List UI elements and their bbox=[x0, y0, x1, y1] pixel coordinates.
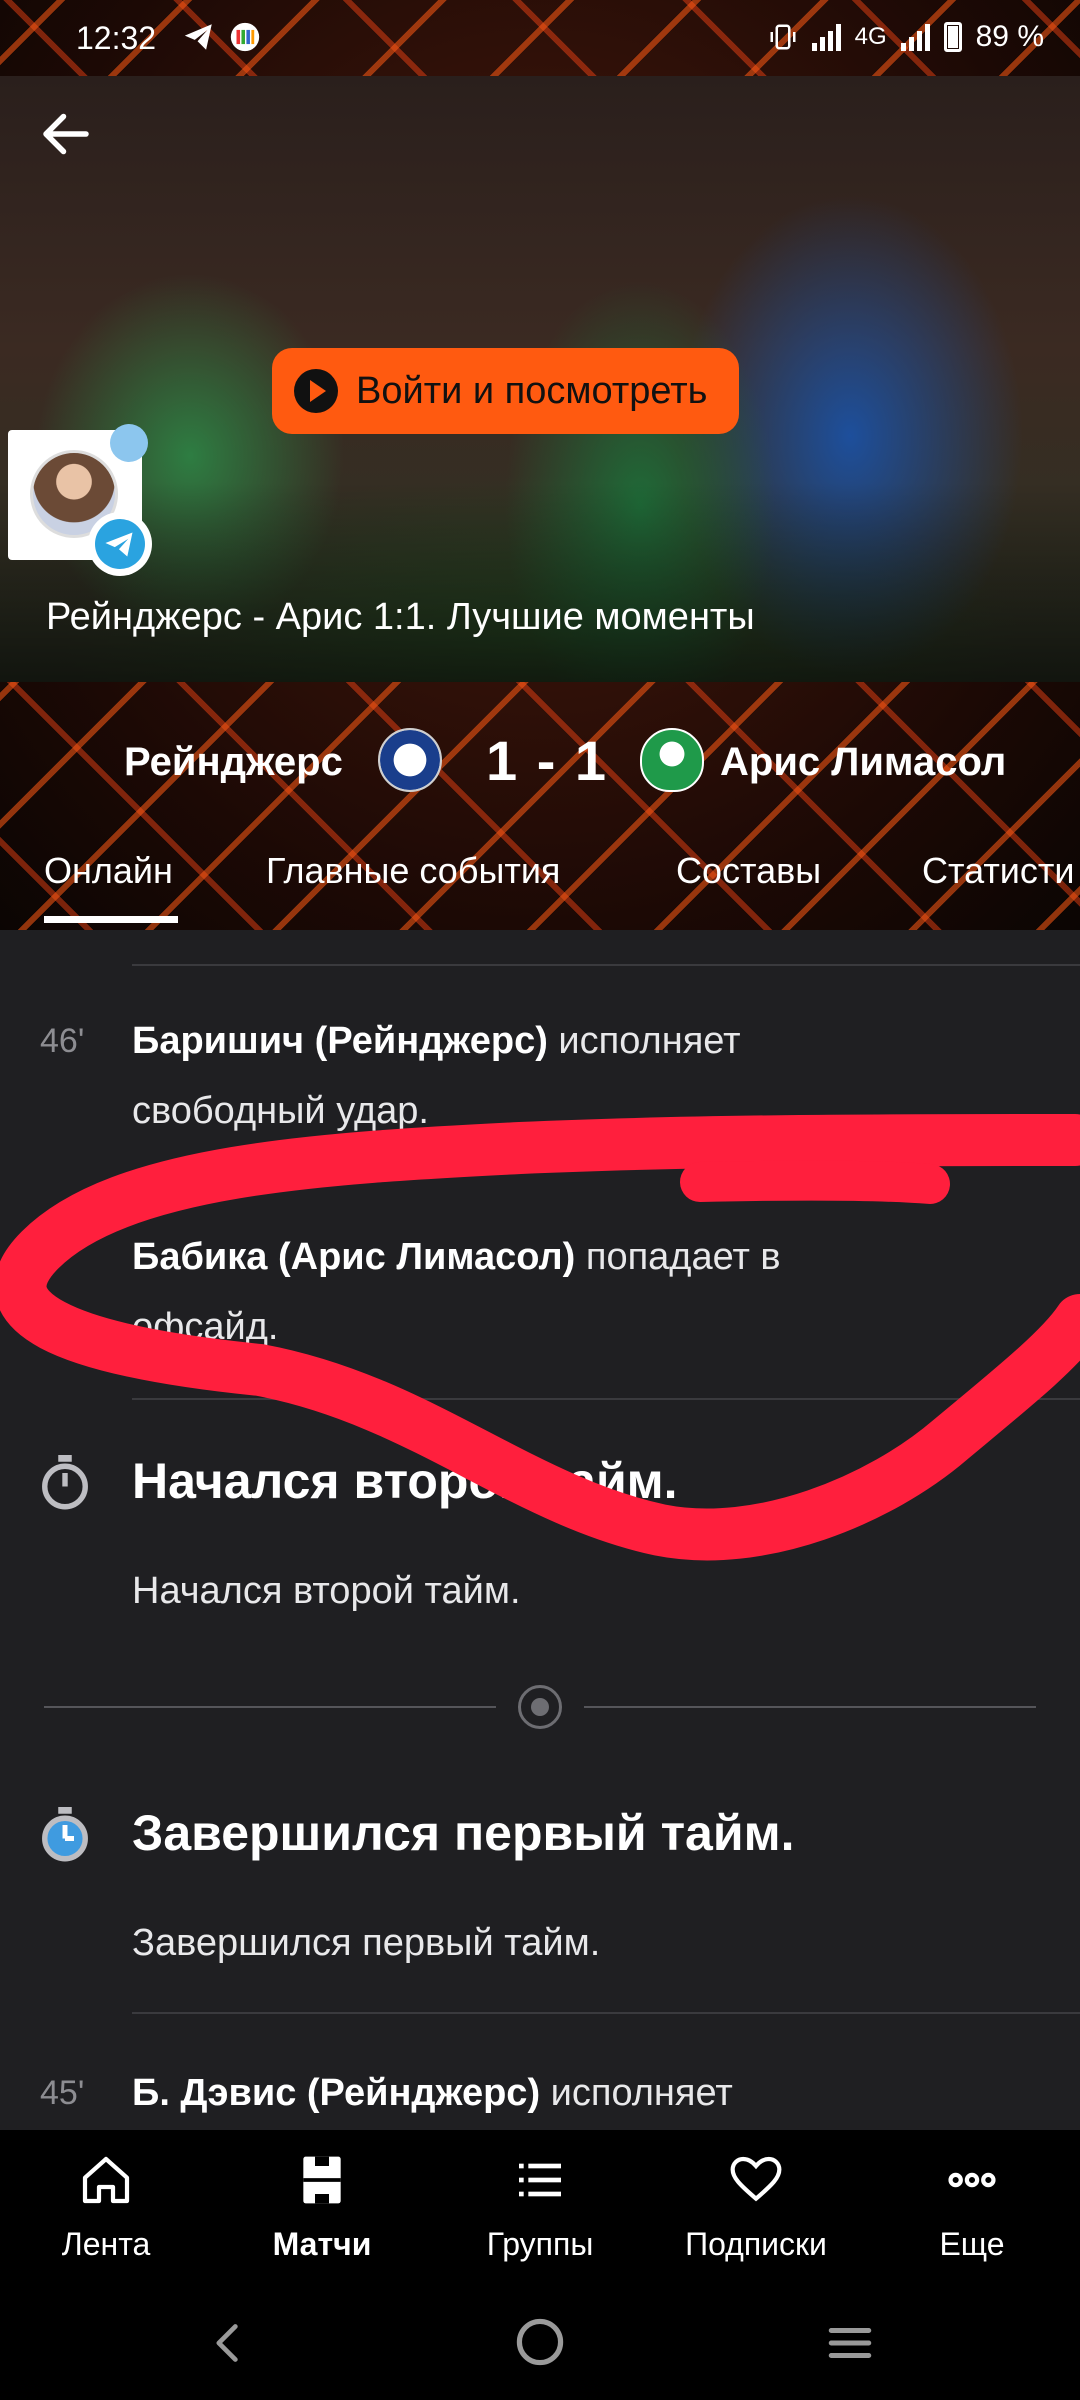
stopwatch-icon bbox=[42, 1455, 88, 1510]
nav-groups[interactable]: Группы bbox=[440, 2130, 640, 2278]
nav-subscriptions-label: Подписки bbox=[685, 2226, 827, 2262]
signal-icon bbox=[811, 23, 841, 51]
nav-feed-label: Лента bbox=[61, 2226, 151, 2262]
back-arrow-icon[interactable] bbox=[36, 104, 96, 164]
event-text: исполняет bbox=[547, 1020, 741, 1062]
event-description: Бабика (Арис Лимасол) попадает в офсайд. bbox=[132, 1222, 1032, 1362]
nav-more[interactable]: Еще bbox=[872, 2130, 1072, 2278]
nav-matches-label: Матчи bbox=[272, 2226, 372, 2262]
login-watch-button[interactable]: Войти и посмотреть bbox=[272, 348, 740, 434]
nav-subscriptions[interactable]: Подписки bbox=[656, 2130, 856, 2278]
status-right: 4G 89 % bbox=[768, 20, 1044, 54]
event-text: свободный удар. bbox=[132, 1090, 429, 1132]
telegram-icon bbox=[88, 512, 152, 576]
tab-lineups[interactable]: Составы bbox=[676, 850, 821, 892]
rangers-crest-icon bbox=[378, 728, 442, 792]
event-description: Б. Дэвис (Рейнджерс) исполняет bbox=[132, 2058, 1032, 2128]
heart-icon bbox=[730, 2156, 782, 2202]
home-icon bbox=[82, 2156, 130, 2204]
battery-level: 89 % bbox=[975, 20, 1044, 53]
event-player: Баришич (Рейнджерс) bbox=[132, 1020, 548, 1062]
event-text: попадает в bbox=[575, 1236, 781, 1278]
list-icon bbox=[519, 2163, 561, 2197]
tab-active-indicator bbox=[44, 916, 178, 923]
stopwatch-icon bbox=[42, 1807, 88, 1862]
event-title: Завершился первый тайм. bbox=[132, 1805, 795, 1861]
nav-matches[interactable]: Матчи bbox=[222, 2130, 422, 2278]
video-shade bbox=[0, 482, 1080, 682]
signal-icon-2 bbox=[900, 23, 930, 51]
system-home-icon[interactable] bbox=[514, 2316, 566, 2368]
nav-feed[interactable]: Лента bbox=[6, 2130, 206, 2278]
event-minute: 46' bbox=[40, 1022, 85, 1060]
status-time: 12:32 bbox=[76, 20, 157, 56]
network-type: 4G bbox=[854, 23, 887, 50]
home-team-name: Рейнджерс bbox=[124, 740, 343, 784]
event-minute: 45' bbox=[40, 2074, 85, 2112]
vibrate-icon bbox=[770, 24, 796, 50]
system-recents-icon[interactable] bbox=[824, 2318, 876, 2368]
tab-statistics[interactable]: Статисти bbox=[922, 850, 1075, 892]
video-title: Рейнджерс - Арис 1:1. Лучшие моменты bbox=[46, 596, 755, 638]
battery-icon bbox=[943, 22, 962, 52]
feed-divider bbox=[132, 964, 1080, 966]
event-title: Начался второй тайм. bbox=[132, 1453, 678, 1509]
match-score: 1 - 1 bbox=[486, 729, 609, 792]
away-team-name: Арис Лимасол bbox=[720, 740, 1007, 784]
video-player[interactable]: Войти и посмотреть Рейнджерс - Арис 1:1.… bbox=[0, 76, 1080, 682]
app-notification-icon bbox=[230, 22, 260, 52]
event-text: офсайд. bbox=[132, 1306, 279, 1348]
live-feed[interactable]: 46' Баришич (Рейнджерс) исполняет свобод… bbox=[0, 930, 1080, 2130]
aris-crest-icon bbox=[640, 728, 704, 792]
telegram-notification-icon bbox=[184, 24, 212, 50]
header-area: 12:32 4G 89 % Войти и посмотреть Рейндже… bbox=[0, 0, 1080, 930]
event-description: Баришич (Рейнджерс) исполняет свободный … bbox=[132, 1006, 1032, 1146]
status-bar: 12:32 4G 89 % bbox=[0, 0, 1080, 76]
feed-divider bbox=[132, 1398, 1080, 1400]
football-field-icon bbox=[303, 2156, 341, 2204]
feed-divider bbox=[132, 2012, 1080, 2014]
half-separator-line bbox=[44, 1706, 496, 1708]
event-player: Б. Дэвис (Рейнджерс) bbox=[132, 2072, 541, 2114]
tab-key-events[interactable]: Главные события bbox=[266, 850, 560, 892]
match-score-row: Рейнджерс 1 - 1 Арис Лимасол bbox=[0, 720, 1080, 800]
system-navigation-bar bbox=[0, 2278, 1080, 2400]
more-dots-icon bbox=[948, 2172, 996, 2188]
login-watch-label: Войти и посмотреть bbox=[356, 369, 708, 412]
event-subtitle: Начался второй тайм. bbox=[132, 1570, 521, 1612]
bottom-navigation: Лента Матчи Группы Подписки Еще bbox=[0, 2130, 1080, 2278]
play-icon bbox=[294, 369, 338, 413]
nav-more-label: Еще bbox=[939, 2226, 1005, 2262]
half-separator-icon bbox=[518, 1685, 562, 1729]
half-separator-line bbox=[584, 1706, 1036, 1708]
system-back-icon[interactable] bbox=[206, 2318, 250, 2368]
tab-online[interactable]: Онлайн bbox=[44, 850, 173, 892]
nav-groups-label: Группы bbox=[486, 2226, 594, 2262]
event-player: Бабика (Арис Лимасол) bbox=[132, 1236, 576, 1278]
event-text: исполняет bbox=[540, 2072, 733, 2114]
event-subtitle: Завершился первый тайм. bbox=[132, 1922, 601, 1964]
status-dot bbox=[110, 424, 148, 462]
match-tabs: Онлайн Главные события Составы Статисти bbox=[0, 840, 1080, 930]
